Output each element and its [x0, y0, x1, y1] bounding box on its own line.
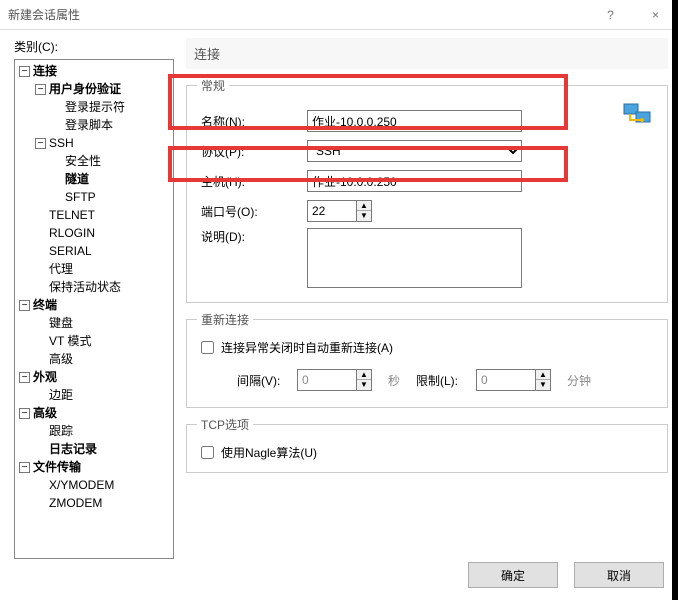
collapse-icon[interactable]: − — [35, 138, 46, 149]
tree-zmodem[interactable]: ZMODEM — [49, 496, 102, 510]
tree-login-script[interactable]: 登录脚本 — [65, 118, 113, 132]
window-edge — [672, 0, 678, 600]
tree-trace[interactable]: 跟踪 — [49, 424, 73, 438]
tree-security[interactable]: 安全性 — [65, 154, 101, 168]
name-label: 名称(N): — [197, 113, 307, 130]
desc-textarea[interactable] — [307, 228, 522, 288]
nagle-label: 使用Nagle算法(U) — [221, 444, 317, 461]
tree-user-auth[interactable]: 用户身份验证 — [49, 82, 121, 96]
help-button[interactable]: ? — [588, 0, 633, 30]
minutes-label: 分钟 — [567, 372, 591, 389]
connection-icon — [622, 98, 654, 130]
auto-reconnect-input[interactable] — [201, 341, 214, 354]
group-reconnect: 重新连接 连接异常关闭时自动重新连接(A) 间隔(V): ▲▼ 秒 限制(L):… — [186, 311, 668, 408]
tree-keepalive[interactable]: 保持活动状态 — [49, 280, 121, 294]
interval-spinner: ▲▼ — [357, 369, 372, 391]
tree-vt-mode[interactable]: VT 模式 — [49, 334, 91, 348]
desc-label: 说明(D): — [197, 228, 307, 245]
tree-advanced-term[interactable]: 高级 — [49, 352, 73, 366]
tree-ssh[interactable]: SSH — [49, 136, 74, 150]
panel-heading: 连接 — [186, 38, 668, 69]
seconds-label: 秒 — [388, 372, 400, 389]
collapse-icon[interactable]: − — [19, 372, 30, 383]
collapse-icon[interactable]: − — [19, 408, 30, 419]
port-label: 端口号(O): — [197, 203, 307, 220]
limit-label: 限制(L): — [416, 372, 476, 389]
auto-reconnect-label: 连接异常关闭时自动重新连接(A) — [221, 339, 393, 356]
ok-button[interactable]: 确定 — [468, 562, 558, 588]
tree-file-transfer[interactable]: 文件传输 — [33, 460, 81, 474]
tree-xymodem[interactable]: X/YMODEM — [49, 478, 114, 492]
group-tcp-legend: TCP选项 — [197, 416, 253, 433]
collapse-icon[interactable]: − — [19, 66, 30, 77]
auto-reconnect-checkbox[interactable]: 连接异常关闭时自动重新连接(A) — [197, 338, 393, 357]
host-input[interactable] — [307, 170, 522, 192]
category-tree[interactable]: −连接 −用户身份验证 登录提示符 登录脚本 −SSH 安全性 隧道 — [14, 59, 174, 559]
nagle-input[interactable] — [201, 446, 214, 459]
interval-input — [297, 369, 357, 391]
interval-label: 间隔(V): — [237, 372, 297, 389]
nagle-checkbox[interactable]: 使用Nagle算法(U) — [197, 443, 317, 462]
cancel-button[interactable]: 取消 — [574, 562, 664, 588]
tree-sftp[interactable]: SFTP — [65, 190, 96, 204]
limit-spinner: ▲▼ — [536, 369, 551, 391]
tree-appearance[interactable]: 外观 — [33, 370, 57, 384]
tree-rlogin[interactable]: RLOGIN — [49, 226, 95, 240]
port-spinner[interactable]: ▲▼ — [357, 200, 372, 222]
collapse-icon[interactable]: − — [35, 84, 46, 95]
protocol-select[interactable]: SSH — [307, 140, 522, 162]
collapse-icon[interactable]: − — [19, 462, 30, 473]
tree-logging[interactable]: 日志记录 — [49, 442, 97, 456]
tree-proxy[interactable]: 代理 — [49, 262, 73, 276]
limit-input — [476, 369, 536, 391]
protocol-label: 协议(P): — [197, 143, 307, 160]
host-label: 主机(H): — [197, 173, 307, 190]
tree-keyboard[interactable]: 键盘 — [49, 316, 73, 330]
group-reconnect-legend: 重新连接 — [197, 311, 253, 328]
tree-connection[interactable]: 连接 — [33, 64, 57, 78]
group-general-legend: 常规 — [197, 77, 229, 94]
tree-advanced[interactable]: 高级 — [33, 406, 57, 420]
port-input[interactable] — [307, 200, 357, 222]
window-title: 新建会话属性 — [8, 6, 80, 23]
collapse-icon[interactable]: − — [19, 300, 30, 311]
group-tcp: TCP选项 使用Nagle算法(U) — [186, 416, 668, 473]
tree-serial[interactable]: SERIAL — [49, 244, 92, 258]
tree-tunnel[interactable]: 隧道 — [65, 172, 89, 186]
name-input[interactable] — [307, 110, 522, 132]
tree-telnet[interactable]: TELNET — [49, 208, 95, 222]
tree-login-prompt[interactable]: 登录提示符 — [65, 100, 125, 114]
category-label: 类别(C): — [14, 38, 174, 55]
tree-terminal[interactable]: 终端 — [33, 298, 57, 312]
tree-margin[interactable]: 边距 — [49, 388, 73, 402]
group-general: 常规 名称(N): 协议(P): SSH 主机(H): 端口号(O): ▲▼ — [186, 77, 668, 303]
